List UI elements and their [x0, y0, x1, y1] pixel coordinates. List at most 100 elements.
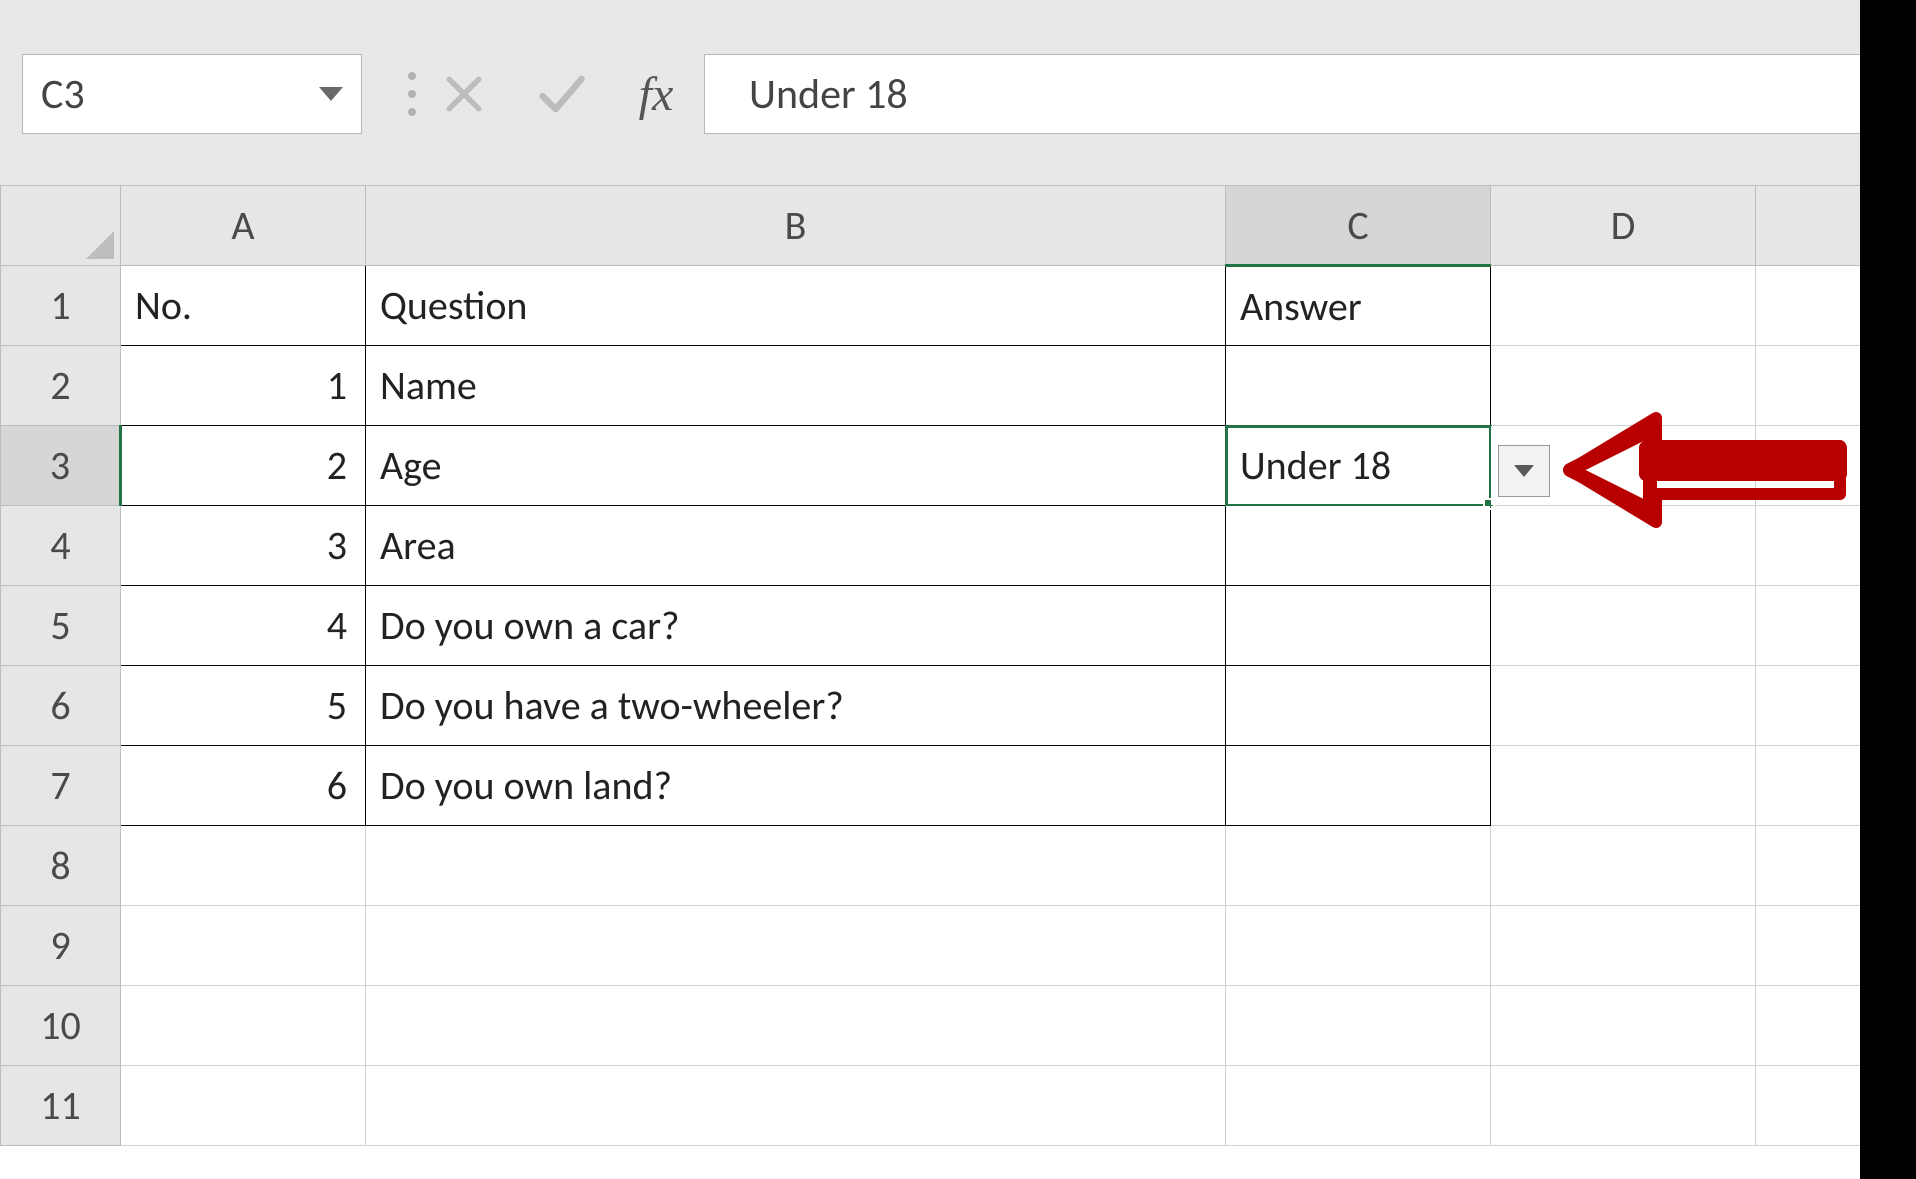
cell-c3[interactable]: Under 18 — [1226, 426, 1491, 506]
cell-e6[interactable] — [1756, 666, 1866, 746]
table-row: 9 — [1, 906, 1866, 986]
cell-c5[interactable] — [1226, 586, 1491, 666]
formula-input[interactable] — [747, 68, 1904, 121]
cell-e10[interactable] — [1756, 986, 1866, 1066]
cell-d10[interactable] — [1491, 986, 1756, 1066]
formula-bar: C3 fx — [0, 0, 1860, 187]
select-all-button[interactable] — [1, 186, 121, 266]
row-header-10[interactable]: 10 — [1, 986, 121, 1066]
cell-c1[interactable]: Answer — [1226, 266, 1491, 346]
table-row: 3 2 Age Under 18 — [1, 426, 1866, 506]
cell-a10[interactable] — [121, 986, 366, 1066]
cell-a4[interactable]: 3 — [121, 506, 366, 586]
cell-c7[interactable] — [1226, 746, 1491, 826]
name-box[interactable]: C3 — [22, 54, 362, 134]
cell-d11[interactable] — [1491, 1066, 1756, 1146]
cell-b2[interactable]: Name — [366, 346, 1226, 426]
cell-d9[interactable] — [1491, 906, 1756, 986]
row-header-1[interactable]: 1 — [1, 266, 121, 346]
table-row: 6 5 Do you have a two-wheeler? — [1, 666, 1866, 746]
cell-c8[interactable] — [1226, 826, 1491, 906]
cell-c11[interactable] — [1226, 1066, 1491, 1146]
table-row: 10 — [1, 986, 1866, 1066]
table-row: 4 3 Area — [1, 506, 1866, 586]
formula-input-wrap — [704, 54, 1904, 134]
cell-e3[interactable] — [1756, 426, 1866, 506]
cell-b1[interactable]: Question — [366, 266, 1226, 346]
row-header-11[interactable]: 11 — [1, 1066, 121, 1146]
cell-d5[interactable] — [1491, 586, 1756, 666]
table-row: 1 No. Question Answer — [1, 266, 1866, 346]
cell-c10[interactable] — [1226, 986, 1491, 1066]
cell-c6[interactable] — [1226, 666, 1491, 746]
cell-d2[interactable] — [1491, 346, 1756, 426]
cell-a11[interactable] — [121, 1066, 366, 1146]
cell-e7[interactable] — [1756, 746, 1866, 826]
cell-d8[interactable] — [1491, 826, 1756, 906]
row-header-6[interactable]: 6 — [1, 666, 121, 746]
enter-button[interactable] — [512, 54, 608, 134]
row-header-3[interactable]: 3 — [1, 426, 121, 506]
column-header-edge[interactable] — [1756, 186, 1866, 266]
chevron-down-icon[interactable] — [319, 87, 343, 101]
crop-mask — [1860, 0, 1916, 1179]
column-header-a[interactable]: A — [121, 186, 366, 266]
cell-b11[interactable] — [366, 1066, 1226, 1146]
column-header-d[interactable]: D — [1491, 186, 1756, 266]
table-row: 7 6 Do you own land? — [1, 746, 1866, 826]
cell-d1[interactable] — [1491, 266, 1756, 346]
cell-a8[interactable] — [121, 826, 366, 906]
cell-b6[interactable]: Do you have a two-wheeler? — [366, 666, 1226, 746]
column-header-c[interactable]: C — [1226, 186, 1491, 266]
cell-c9[interactable] — [1226, 906, 1491, 986]
cell-a5[interactable]: 4 — [121, 586, 366, 666]
insert-function-button[interactable]: fx — [608, 54, 704, 134]
cell-b10[interactable] — [366, 986, 1226, 1066]
table-row: 11 — [1, 1066, 1866, 1146]
cell-b5[interactable]: Do you own a car? — [366, 586, 1226, 666]
name-box-value: C3 — [41, 69, 85, 120]
cell-e8[interactable] — [1756, 826, 1866, 906]
close-icon — [442, 72, 486, 116]
cell-a3[interactable]: 2 — [121, 426, 366, 506]
cell-d6[interactable] — [1491, 666, 1756, 746]
row-header-9[interactable]: 9 — [1, 906, 121, 986]
row-header-2[interactable]: 2 — [1, 346, 121, 426]
cell-e2[interactable] — [1756, 346, 1866, 426]
cell-a1[interactable]: No. — [121, 266, 366, 346]
cell-e4[interactable] — [1756, 506, 1866, 586]
column-header-b[interactable]: B — [366, 186, 1226, 266]
table-row: 2 1 Name — [1, 346, 1866, 426]
resize-handle-icon[interactable] — [408, 72, 416, 116]
sheet-grid[interactable]: A B C D 1 No. Question Answer 2 1 Name — [0, 185, 1860, 1179]
row-header-5[interactable]: 5 — [1, 586, 121, 666]
row-header-4[interactable]: 4 — [1, 506, 121, 586]
excel-window: C3 fx A — [0, 0, 1916, 1179]
cell-b8[interactable] — [366, 826, 1226, 906]
cell-a6[interactable]: 5 — [121, 666, 366, 746]
cell-a2[interactable]: 1 — [121, 346, 366, 426]
cell-b4[interactable]: Area — [366, 506, 1226, 586]
check-icon — [534, 68, 586, 120]
cell-b9[interactable] — [366, 906, 1226, 986]
cell-e5[interactable] — [1756, 586, 1866, 666]
cell-d4[interactable] — [1491, 506, 1756, 586]
cell-c2[interactable] — [1226, 346, 1491, 426]
row-header-7[interactable]: 7 — [1, 746, 121, 826]
fx-icon: fx — [639, 67, 674, 122]
cell-e1[interactable] — [1756, 266, 1866, 346]
cell-e11[interactable] — [1756, 1066, 1866, 1146]
row-header-8[interactable]: 8 — [1, 826, 121, 906]
cell-e9[interactable] — [1756, 906, 1866, 986]
cancel-button[interactable] — [416, 54, 512, 134]
cell-c4[interactable] — [1226, 506, 1491, 586]
column-header-row: A B C D — [1, 186, 1866, 266]
cell-b3[interactable]: Age — [366, 426, 1226, 506]
cell-a9[interactable] — [121, 906, 366, 986]
cell-b7[interactable]: Do you own land? — [366, 746, 1226, 826]
data-validation-dropdown-button[interactable] — [1498, 445, 1550, 497]
chevron-down-icon — [1514, 465, 1534, 477]
cell-a7[interactable]: 6 — [121, 746, 366, 826]
table-row: 8 — [1, 826, 1866, 906]
cell-d7[interactable] — [1491, 746, 1756, 826]
